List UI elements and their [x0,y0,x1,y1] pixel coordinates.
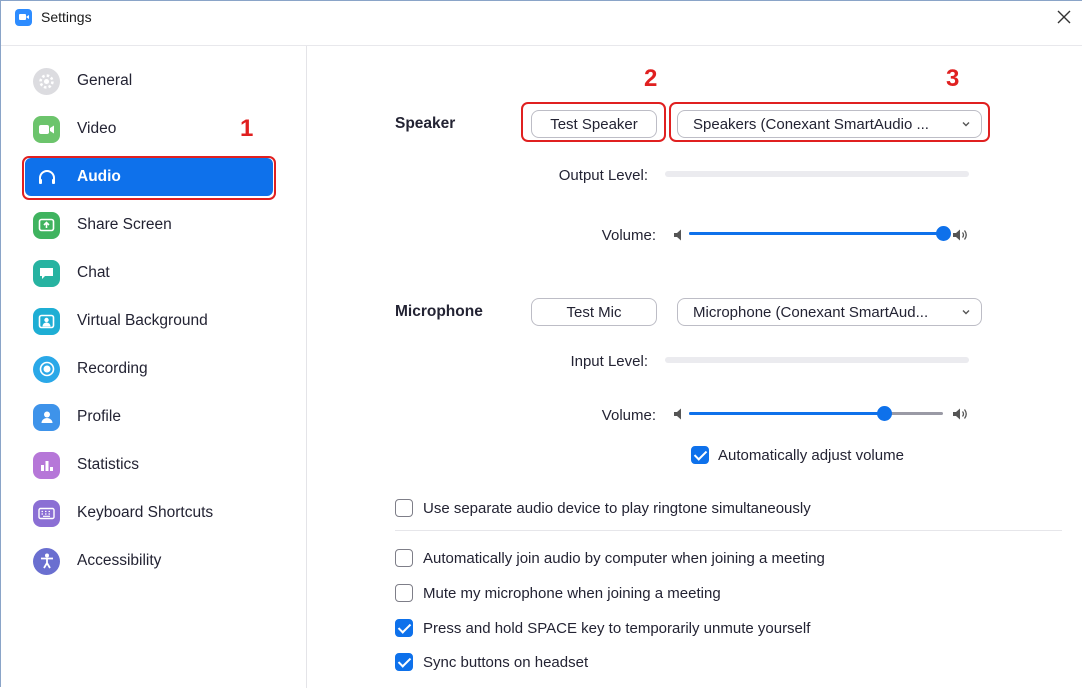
sidebar-item-label: Audio [77,168,121,185]
annotation-number-2: 2 [644,65,658,92]
volume-low-icon [674,408,681,420]
sidebar-item-label: Keyboard Shortcuts [77,504,214,521]
annotation-number-1: 1 [240,115,254,142]
auto-join-audio-checkbox[interactable] [395,549,413,567]
microphone-volume-slider[interactable] [877,406,893,421]
chevron-down-icon [962,310,970,315]
sidebar-item-recording[interactable]: Recording [25,350,273,388]
section-divider [395,530,1062,531]
volume-high-icon [953,408,967,420]
microphone-volume-label: Volume: [601,407,656,424]
input-level-meter [665,357,969,363]
sync-headset-buttons-label: Sync buttons on headset [423,654,589,671]
close-icon [1057,10,1071,24]
speaker-section-label: Speaker [395,115,456,132]
output-level-label: Output Level: [558,167,648,184]
settings-sidebar: General Video Audio Share Screen Chat Vi… [1,46,307,688]
microphone-device-select[interactable]: Microphone (Conexant SmartAud... [677,298,982,326]
sidebar-item-label: Share Screen [77,216,172,233]
sidebar-item-label: Video [77,120,117,137]
auto-adjust-volume-label: Automatically adjust volume [718,447,904,464]
mute-mic-on-join-label: Mute my microphone when joining a meetin… [423,585,721,602]
microphone-volume-fill [689,412,885,415]
speaker-device-value: Speakers (Conexant SmartAudio ... [693,115,929,133]
profile-icon [33,403,60,431]
auto-join-audio-label: Automatically join audio by computer whe… [423,550,825,567]
close-button[interactable] [1050,4,1078,30]
zoom-app-icon [15,9,32,26]
sidebar-item-virtual-background[interactable]: Virtual Background [25,302,273,340]
window-title: Settings [41,9,92,25]
statistics-icon [33,451,60,479]
sidebar-item-label: General [77,72,133,89]
sidebar-item-general[interactable]: General [25,62,273,100]
record-icon [33,355,60,383]
sidebar-item-label: Profile [77,408,121,425]
space-to-unmute-label: Press and hold SPACE key to temporarily … [423,620,811,637]
chat-bubble-icon [33,259,60,287]
sidebar-item-statistics[interactable]: Statistics [25,446,273,484]
sidebar-item-label: Chat [77,264,110,281]
auto-adjust-volume-checkbox[interactable] [691,446,709,464]
space-to-unmute-checkbox[interactable] [395,619,413,637]
microphone-section-label: Microphone [395,303,483,320]
separate-ringtone-device-checkbox[interactable] [395,499,413,517]
sync-headset-buttons-checkbox[interactable] [395,653,413,671]
accessibility-icon [33,547,60,575]
chevron-down-icon [962,122,970,127]
keyboard-icon [33,499,60,527]
sidebar-item-keyboard-shortcuts[interactable]: Keyboard Shortcuts [25,494,273,532]
microphone-device-value: Microphone (Conexant SmartAud... [693,303,929,321]
settings-window: Settings General Video Audio Share Scree… [0,0,1082,688]
sidebar-item-label: Virtual Background [77,312,208,329]
annotation-number-3: 3 [946,65,960,92]
video-camera-icon [33,115,60,143]
speaker-device-select[interactable]: Speakers (Conexant SmartAudio ... [677,110,982,138]
volume-high-icon [953,229,967,241]
sidebar-item-label: Statistics [77,456,140,473]
sidebar-item-video[interactable]: Video [25,110,273,148]
sidebar-item-share-screen[interactable]: Share Screen [25,206,273,244]
volume-low-icon [674,229,681,241]
title-bar: Settings [1,1,1082,33]
gear-icon [33,67,60,95]
speaker-volume-fill [689,232,943,235]
speaker-volume-slider[interactable] [935,226,951,241]
mute-mic-on-join-checkbox[interactable] [395,584,413,602]
headphones-icon [33,164,60,191]
sidebar-item-audio[interactable]: Audio [25,158,273,196]
sidebar-item-profile[interactable]: Profile [25,398,273,436]
sidebar-item-label: Accessibility [77,552,162,569]
output-level-meter [665,171,969,177]
test-speaker-button[interactable]: Test Speaker [531,110,657,138]
sidebar-item-chat[interactable]: Chat [25,254,273,292]
sidebar-item-accessibility[interactable]: Accessibility [25,542,273,580]
speaker-volume-label: Volume: [601,227,656,244]
test-mic-button[interactable]: Test Mic [531,298,657,326]
share-screen-icon [33,211,60,239]
separate-ringtone-device-label: Use separate audio device to play ringto… [423,500,811,517]
input-level-label: Input Level: [570,353,648,370]
sidebar-item-label: Recording [77,360,148,377]
virtual-background-icon [33,307,60,335]
